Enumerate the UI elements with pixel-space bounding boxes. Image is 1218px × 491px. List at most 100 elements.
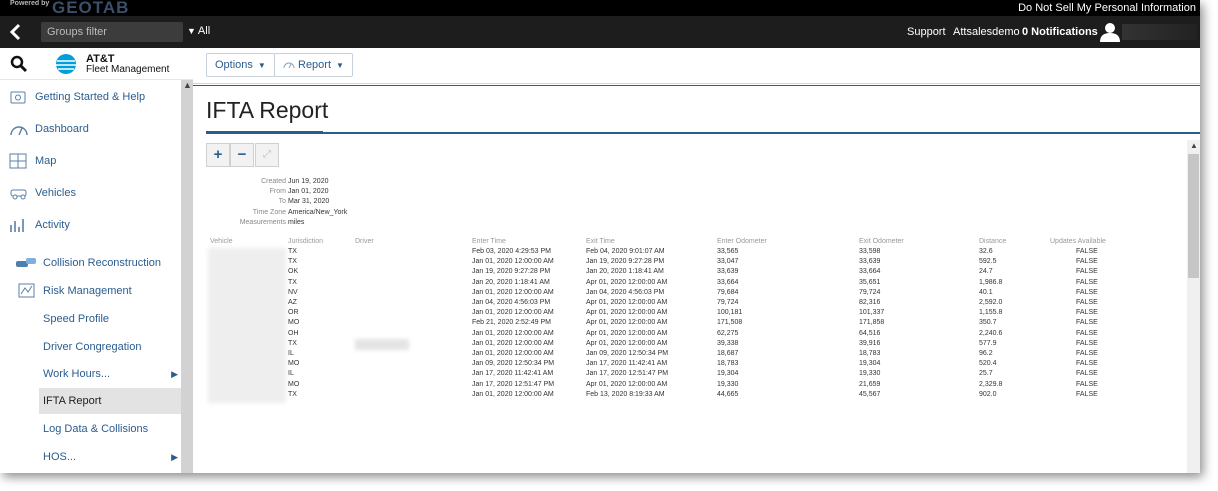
sidebar-item-label: Activity: [35, 219, 70, 231]
table-cell: FALSE: [1076, 268, 1098, 276]
report-button[interactable]: Report ▼: [274, 53, 353, 77]
sidebar-item-collision-reconstruction[interactable]: Collision Reconstruction: [0, 250, 181, 276]
chevron-right-icon: ▶: [171, 369, 178, 379]
options-button[interactable]: Options ▼: [206, 53, 275, 77]
table-cell: Feb 21, 2020 2:52:49 PM: [472, 319, 551, 327]
column-header: Updates Available: [1050, 238, 1106, 245]
table-cell: 2,329.8: [979, 380, 1003, 388]
account-menu[interactable]: Attsalesdemo: [953, 26, 1020, 38]
meta-key: To: [278, 198, 286, 205]
table-cell: 35,651: [859, 278, 881, 286]
meta-key: Measurements: [239, 219, 286, 226]
all-groups-dropdown[interactable]: ▼ All: [187, 25, 210, 37]
table-cell: Jan 09, 2020 12:50:34 PM: [586, 350, 669, 357]
scroll-up-icon[interactable]: ▲: [1190, 141, 1198, 150]
sidebar-item-label: Map: [35, 155, 57, 167]
sidebar-item-driver-congregation[interactable]: Driver Congregation: [0, 334, 181, 360]
sidebar-item-label: Vehicles: [35, 187, 76, 199]
search-icon[interactable]: [10, 55, 28, 73]
sidebar-item-getting-started[interactable]: Getting Started & Help: [0, 84, 181, 110]
meta-key: Time Zone: [252, 209, 286, 216]
table-cell: 40.1: [979, 288, 993, 296]
help-icon: [9, 89, 27, 105]
notifications-link[interactable]: 0 Notifications: [1022, 26, 1098, 38]
zoom-in-button[interactable]: +: [206, 143, 230, 167]
sidebar-item-hos[interactable]: HOS... ▶: [0, 444, 181, 470]
table-cell: 18,783: [717, 360, 739, 368]
table-cell: MO: [288, 360, 300, 368]
table-cell: 33,565: [717, 248, 739, 255]
support-link[interactable]: Support: [907, 26, 946, 38]
logo-fleet-text: Fleet Management: [86, 64, 170, 75]
table-cell: FALSE: [1076, 360, 1098, 368]
table-cell: Feb 04, 2020 9:01:07 AM: [586, 248, 665, 255]
table-cell: 1,155.8: [979, 309, 1003, 317]
report-scrollbar[interactable]: ▲: [1187, 140, 1200, 473]
scroll-thumb[interactable]: [1188, 154, 1199, 278]
table-cell: 82,316: [859, 299, 881, 306]
zoom-out-button[interactable]: −: [230, 143, 254, 167]
sidebar-item-dashboard[interactable]: Dashboard: [0, 116, 181, 142]
sidebar-item-speed-profile[interactable]: Speed Profile: [0, 306, 181, 332]
table-cell: AZ: [288, 299, 297, 306]
table-cell: Jan 01, 2020 12:00:00 AM: [472, 288, 554, 296]
table-cell: 44,665: [717, 390, 739, 398]
table-cell: FALSE: [1076, 248, 1098, 255]
table-cell: 520.4: [979, 360, 997, 368]
scroll-up-icon[interactable]: ▲: [183, 80, 192, 90]
sidebar-item-label: Dashboard: [35, 123, 89, 135]
groups-filter-input[interactable]: Groups filter: [41, 22, 183, 42]
do-not-sell-link[interactable]: Do Not Sell My Personal Information: [1018, 2, 1196, 14]
chevron-right-icon: ▶: [171, 452, 178, 462]
sidebar-item-label: IFTA Report: [43, 395, 102, 407]
table-cell: Feb 13, 2020 8:19:33 AM: [586, 390, 665, 398]
sidebar-item-log-data[interactable]: Log Data & Collisions: [0, 416, 181, 442]
sidebar-item-work-hours[interactable]: Work Hours... ▶: [0, 361, 181, 387]
back-arrow-icon[interactable]: [9, 22, 27, 42]
table-cell: Jan 01, 2020 12:00:00 AM: [472, 350, 554, 357]
column-header: Enter Time: [472, 238, 506, 245]
sidebar-header: AT&T Fleet Management: [0, 48, 193, 80]
table-cell: NV: [288, 288, 298, 296]
table-cell: 101,337: [859, 309, 885, 317]
caret-down-icon: ▼: [257, 61, 266, 70]
table-cell: 21,659: [859, 380, 881, 388]
page-title: IFTA Report: [206, 97, 329, 123]
table-cell: 19,304: [859, 360, 881, 368]
sidebar-item-vehicles[interactable]: Vehicles: [0, 180, 181, 206]
table-cell: Apr 01, 2020 12:00:00 AM: [586, 339, 668, 347]
table-cell: 96.2: [979, 350, 993, 357]
sidebar-item-label: Collision Reconstruction: [43, 257, 161, 269]
column-header: Vehicle: [210, 238, 233, 245]
table-cell: Jan 17, 2020 11:42:41 AM: [472, 370, 554, 378]
sidebar-item-ifta-report[interactable]: IFTA Report: [39, 388, 181, 414]
table-cell: 2,240.6: [979, 329, 1003, 337]
meta-key: Created: [261, 178, 286, 185]
report-label: Report: [298, 59, 332, 71]
table-cell: Jan 20, 2020 1:18:41 AM: [586, 268, 664, 276]
gauge-icon: [283, 59, 298, 71]
table-cell: IL: [288, 370, 294, 378]
table-cell: FALSE: [1076, 258, 1098, 266]
meta-value: America/New_York: [288, 209, 348, 216]
table-cell: 592.5: [979, 258, 997, 266]
risk-icon: [18, 283, 36, 299]
user-icon[interactable]: [1100, 22, 1120, 42]
sidebar-item-activity[interactable]: Activity: [0, 212, 181, 238]
toolbar: Options ▼ Report ▼: [193, 48, 1200, 84]
sidebar-item-map[interactable]: Map: [0, 148, 181, 174]
table-cell: 33,598: [859, 248, 881, 255]
table-cell: Jan 17, 2020 11:42:41 AM: [586, 360, 668, 368]
table-cell: FALSE: [1076, 350, 1098, 357]
all-label: All: [197, 25, 211, 37]
meta-value: Jun 19, 2020: [288, 178, 329, 185]
gauge-icon: [9, 121, 28, 137]
table-cell: TX: [288, 258, 297, 266]
table-cell: 39,338: [717, 339, 739, 347]
reset-zoom-button[interactable]: ⤢: [255, 143, 279, 167]
map-icon: [9, 153, 27, 169]
table-cell: 33,047: [717, 258, 739, 266]
sidebar-item-risk-management[interactable]: Risk Management: [0, 278, 181, 304]
sidebar-scrollbar[interactable]: ▲: [181, 80, 193, 473]
table-cell: OH: [288, 329, 299, 337]
